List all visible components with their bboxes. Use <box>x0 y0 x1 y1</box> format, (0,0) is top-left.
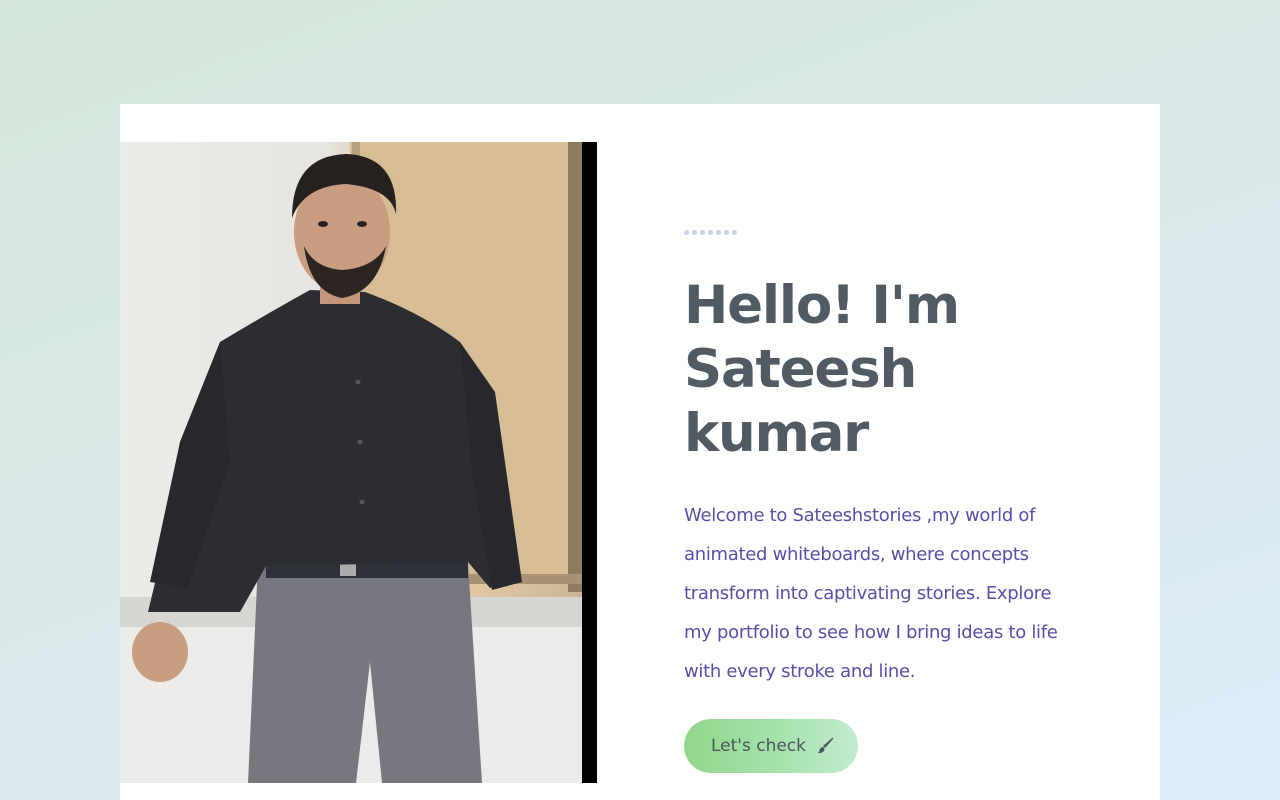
decorative-dots <box>684 230 1084 236</box>
profile-photo <box>120 142 597 783</box>
profile-photo-image <box>120 142 582 783</box>
heading-line-name: Sateesh kumar <box>684 339 917 464</box>
person-portrait-illustration <box>120 142 582 783</box>
hero-content: Hello! I'm Sateesh kumar Welcome to Sate… <box>684 230 1084 773</box>
lets-check-button[interactable]: Let's check <box>684 719 859 773</box>
lets-check-label: Let's check <box>711 736 807 756</box>
hero-intro-text: Welcome to Sateeshstories ,my world of a… <box>684 505 1058 682</box>
heading-line-greeting: Hello! I'm <box>684 275 960 336</box>
hero-card: Hello! I'm Sateesh kumar Welcome to Sate… <box>120 104 1160 800</box>
paint-brush-icon <box>816 737 834 755</box>
hero-heading: Hello! I'm Sateesh kumar <box>684 274 1084 466</box>
